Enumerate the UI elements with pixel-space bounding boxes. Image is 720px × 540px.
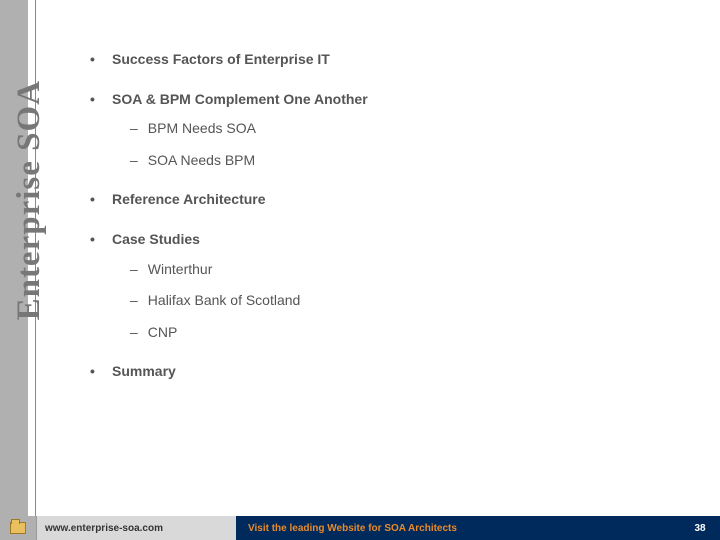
agenda-list: • Success Factors of Enterprise IT • SOA &… [90,50,690,382]
bullet-icon: • [90,90,100,110]
folder-icon [10,522,26,534]
sidebar-title: Enterprise SOA [11,80,48,320]
dash-icon: – [130,323,138,343]
agenda-item: • SOA & BPM Complement One Another –BPM N… [90,90,690,171]
agenda-sublist: –BPM Needs SOA –SOA Needs BPM [130,119,690,170]
agenda-sublabel: SOA Needs BPM [148,151,255,171]
agenda-item-highlighted: • Summary [90,362,690,382]
agenda-subitem: –CNP [130,323,690,343]
footer: www.enterprise-soa.com Visit the leading… [0,516,720,540]
footer-page-number: 38 [680,516,720,540]
agenda-item: •Case Studies –Winterthur –Halifax Bank … [90,230,690,342]
agenda-subitem: –SOA Needs BPM [130,151,690,171]
agenda-item: • Reference Architecture [90,190,690,210]
agenda-content: • Success Factors of Enterprise IT • SOA &… [90,50,690,402]
bullet-icon: • [90,230,100,250]
agenda-subitem: –BPM Needs SOA [130,119,690,139]
footer-url[interactable]: www.enterprise-soa.com [36,516,236,540]
footer-tagline: Visit the leading Website for SOA Archit… [236,516,680,540]
bullet-icon: • [90,50,100,70]
agenda-item: • Success Factors of Enterprise IT [90,50,690,70]
agenda-label: SOA & BPM Complement One Another [112,90,368,110]
footer-icon-cell [0,516,36,540]
agenda-sublabel: CNP [148,323,178,343]
agenda-sublabel: Winterthur [148,260,213,280]
agenda-label: Success Factors of Enterprise IT [112,50,330,70]
dash-icon: – [130,151,138,171]
agenda-sublabel: BPM Needs SOA [148,119,256,139]
agenda-sublabel: Halifax Bank of Scotland [148,291,301,311]
dash-icon: – [130,291,138,311]
bullet-icon: • [90,190,100,210]
slide: Enterprise SOA • Success Factors of Enter… [0,0,720,540]
agenda-label: Reference Architecture [112,190,266,210]
agenda-sublist: –Winterthur –Halifax Bank of Scotland –C… [130,260,690,343]
bullet-icon: • [90,362,100,382]
agenda-subitem: –Winterthur [130,260,690,280]
dash-icon: – [130,260,138,280]
agenda-label: Case Studies [112,230,200,250]
dash-icon: – [130,119,138,139]
sidebar-title-container: Enterprise SOA [8,80,48,460]
agenda-subitem: –Halifax Bank of Scotland [130,291,690,311]
agenda-label: Summary [112,362,176,382]
